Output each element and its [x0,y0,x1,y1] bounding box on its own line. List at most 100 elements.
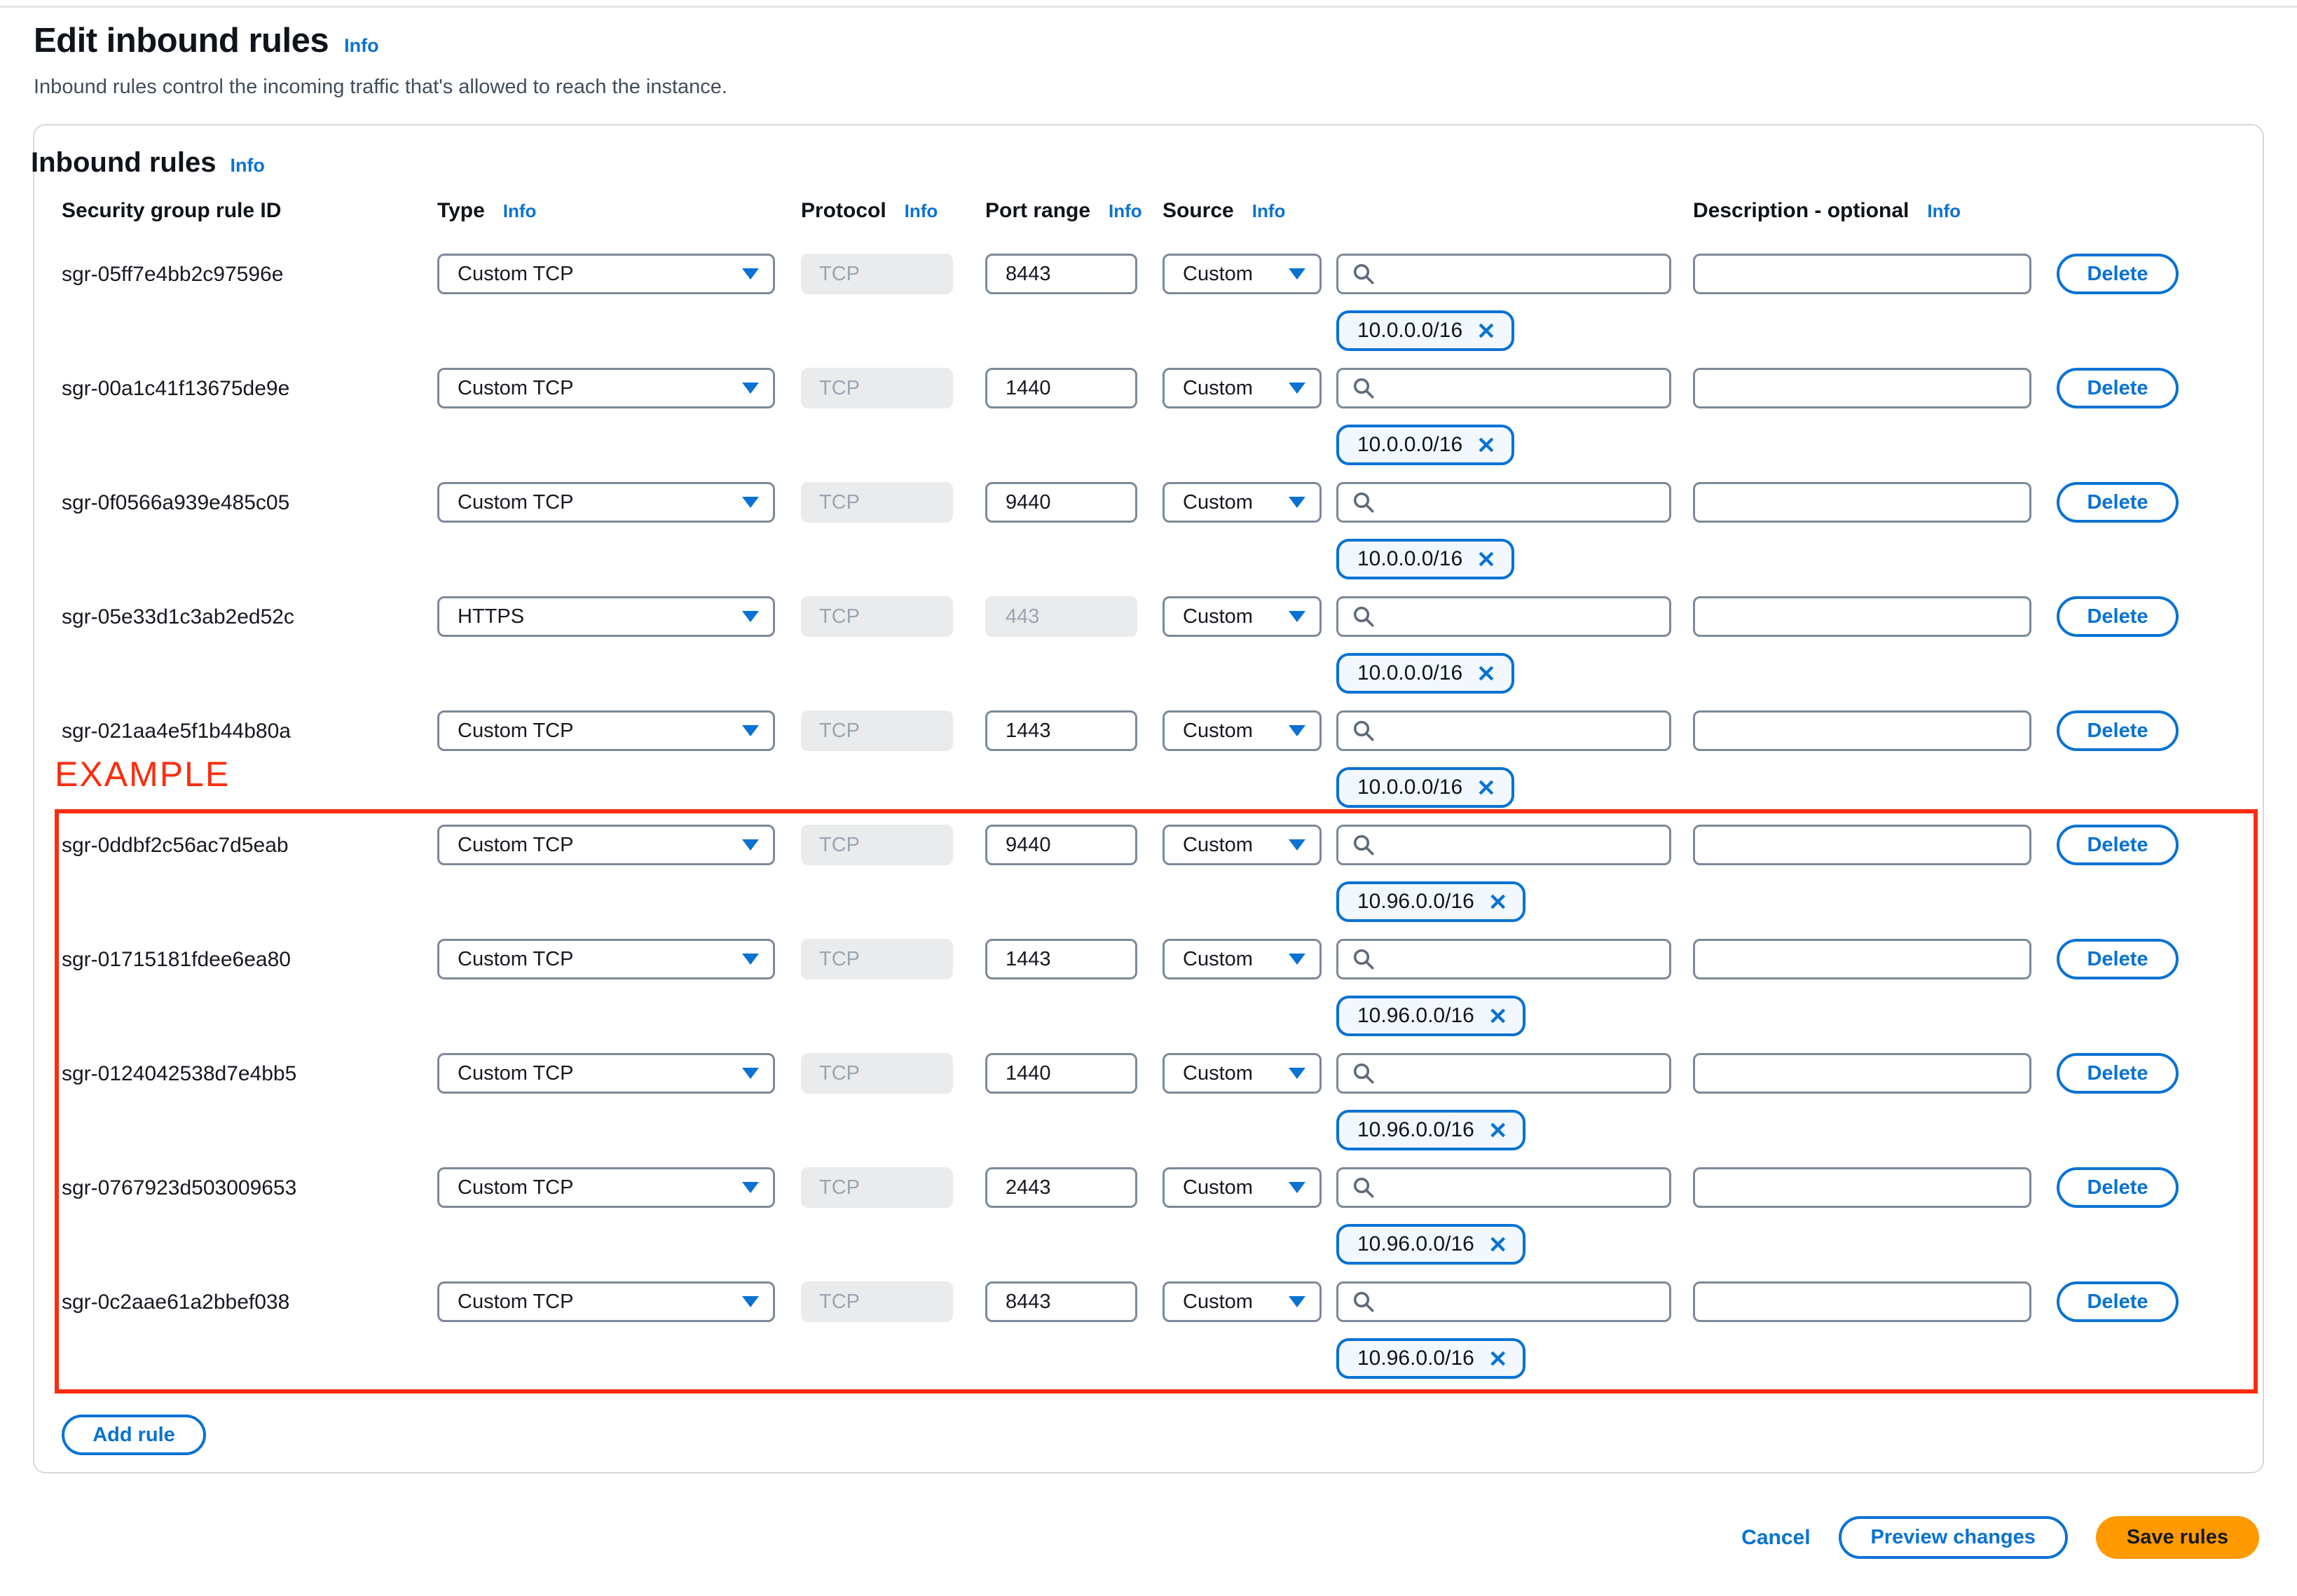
chip-dismiss-icon[interactable]: ✕ [1488,890,1508,914]
type-select[interactable]: Custom TCP [437,939,775,979]
description-input[interactable] [1693,596,2031,637]
chip-dismiss-icon[interactable]: ✕ [1488,1119,1508,1142]
description-input[interactable] [1693,1281,2031,1322]
chip-dismiss-icon[interactable]: ✕ [1476,319,1496,343]
page-header: Edit inbound rules Info [34,21,379,60]
type-select[interactable]: Custom TCP [437,368,775,408]
preview-changes-button[interactable]: Preview changes [1838,1516,2068,1559]
delete-rule-button[interactable]: Delete [2057,596,2179,637]
delete-rule-button[interactable]: Delete [2057,825,2179,865]
description-info-link[interactable]: Info [1927,200,1961,222]
source-select[interactable]: Custom [1163,254,1322,294]
port-range-info-link[interactable]: Info [1109,200,1142,222]
search-icon [1353,263,1374,284]
description-input[interactable] [1693,1053,2031,1094]
chip-dismiss-icon[interactable]: ✕ [1476,662,1496,685]
panel-heading-info-link[interactable]: Info [230,155,264,177]
chip-dismiss-icon[interactable]: ✕ [1476,548,1496,571]
description-input[interactable] [1693,254,2031,294]
source-select[interactable]: Custom [1163,1281,1322,1322]
type-select[interactable]: Custom TCP [437,710,775,751]
type-select[interactable]: Custom TCP [437,254,775,294]
description-input[interactable] [1693,368,2031,408]
source-select[interactable]: Custom [1163,825,1322,865]
chevron-down-icon [1289,497,1305,508]
port-range-input[interactable]: 2443 [985,1167,1137,1208]
source-search-input[interactable] [1336,1167,1671,1208]
type-select[interactable]: Custom TCP [437,482,775,523]
source-select[interactable]: Custom [1163,939,1322,979]
source-select[interactable]: Custom [1163,1053,1322,1094]
type-select[interactable]: Custom TCP [437,1053,775,1094]
source-select[interactable]: Custom [1163,596,1322,637]
rule-row: sgr-01715181fdee6ea80 Custom TCP TCP 144… [33,939,2264,1040]
delete-rule-button[interactable]: Delete [2057,254,2179,294]
source-search-input[interactable] [1336,1053,1671,1094]
protocol-field: TCP [801,939,953,979]
chip-dismiss-icon[interactable]: ✕ [1488,1347,1508,1370]
source-select[interactable]: Custom [1163,710,1322,751]
source-search-input[interactable] [1336,368,1671,408]
source-info-link[interactable]: Info [1252,200,1286,222]
delete-rule-button[interactable]: Delete [2057,1281,2179,1322]
port-range-input[interactable]: 8443 [985,254,1137,294]
description-input[interactable] [1693,939,2031,979]
rule-row: sgr-021aa4e5f1b44b80a Custom TCP TCP 144… [33,710,2264,812]
protocol-info-link[interactable]: Info [905,200,938,222]
source-search-input[interactable] [1336,254,1671,294]
port-range-input[interactable]: 8443 [985,1281,1137,1322]
delete-rule-button[interactable]: Delete [2057,939,2179,979]
delete-rule-button[interactable]: Delete [2057,710,2179,751]
description-input[interactable] [1693,825,2031,865]
add-rule-button[interactable]: Add rule [62,1415,206,1455]
description-input[interactable] [1693,1167,2031,1208]
delete-rule-button[interactable]: Delete [2057,1053,2179,1094]
port-range-input[interactable]: 443 [985,596,1137,637]
chip-dismiss-icon[interactable]: ✕ [1476,434,1496,457]
chip-dismiss-icon[interactable]: ✕ [1476,776,1496,799]
source-select[interactable]: Custom [1163,482,1322,523]
search-icon [1353,492,1374,513]
port-range-input[interactable]: 1443 [985,710,1137,751]
search-icon [1353,606,1374,627]
rule-id-label: sgr-0ddbf2c56ac7d5eab [62,834,289,857]
source-search-input[interactable] [1336,825,1671,865]
delete-rule-button[interactable]: Delete [2057,482,2179,523]
cancel-button[interactable]: Cancel [1741,1526,1810,1550]
delete-rule-button[interactable]: Delete [2057,368,2179,408]
source-cidr-chip: 10.96.0.0/16 ✕ [1336,996,1526,1036]
source-search-input[interactable] [1336,1281,1671,1322]
rule-id-label: sgr-00a1c41f13675de9e [62,377,290,400]
port-range-input[interactable]: 9440 [985,825,1137,865]
rule-row: sgr-0c2aae61a2bbef038 Custom TCP TCP 844… [33,1281,2264,1383]
page-title-info-link[interactable]: Info [344,35,378,57]
type-info-link[interactable]: Info [503,200,537,222]
chevron-down-icon [742,1182,759,1193]
description-input[interactable] [1693,710,2031,751]
port-range-input[interactable]: 9440 [985,482,1137,523]
port-range-input[interactable]: 1440 [985,368,1137,408]
port-range-input[interactable]: 1440 [985,1053,1137,1094]
type-select[interactable]: Custom TCP [437,1281,775,1322]
description-input[interactable] [1693,482,2031,523]
chevron-down-icon [742,954,759,965]
search-icon [1353,378,1374,399]
protocol-field: TCP [801,1281,953,1322]
source-select[interactable]: Custom [1163,1167,1322,1208]
save-rules-button[interactable]: Save rules [2095,1516,2259,1559]
type-select[interactable]: Custom TCP [437,825,775,865]
delete-rule-button[interactable]: Delete [2057,1167,2179,1208]
source-cidr-chip: 10.0.0.0/16 ✕ [1336,539,1514,579]
column-header-type: Type Info [437,199,537,222]
port-range-input[interactable]: 1443 [985,939,1137,979]
type-select[interactable]: HTTPS [437,596,775,637]
chip-dismiss-icon[interactable]: ✕ [1488,1233,1508,1256]
source-search-input[interactable] [1336,710,1671,751]
chip-dismiss-icon[interactable]: ✕ [1488,1005,1508,1028]
source-select[interactable]: Custom [1163,368,1322,408]
source-search-input[interactable] [1336,482,1671,523]
type-select[interactable]: Custom TCP [437,1167,775,1208]
source-cidr-chip: 10.0.0.0/16 ✕ [1336,767,1514,808]
source-search-input[interactable] [1336,939,1671,979]
source-search-input[interactable] [1336,596,1671,637]
